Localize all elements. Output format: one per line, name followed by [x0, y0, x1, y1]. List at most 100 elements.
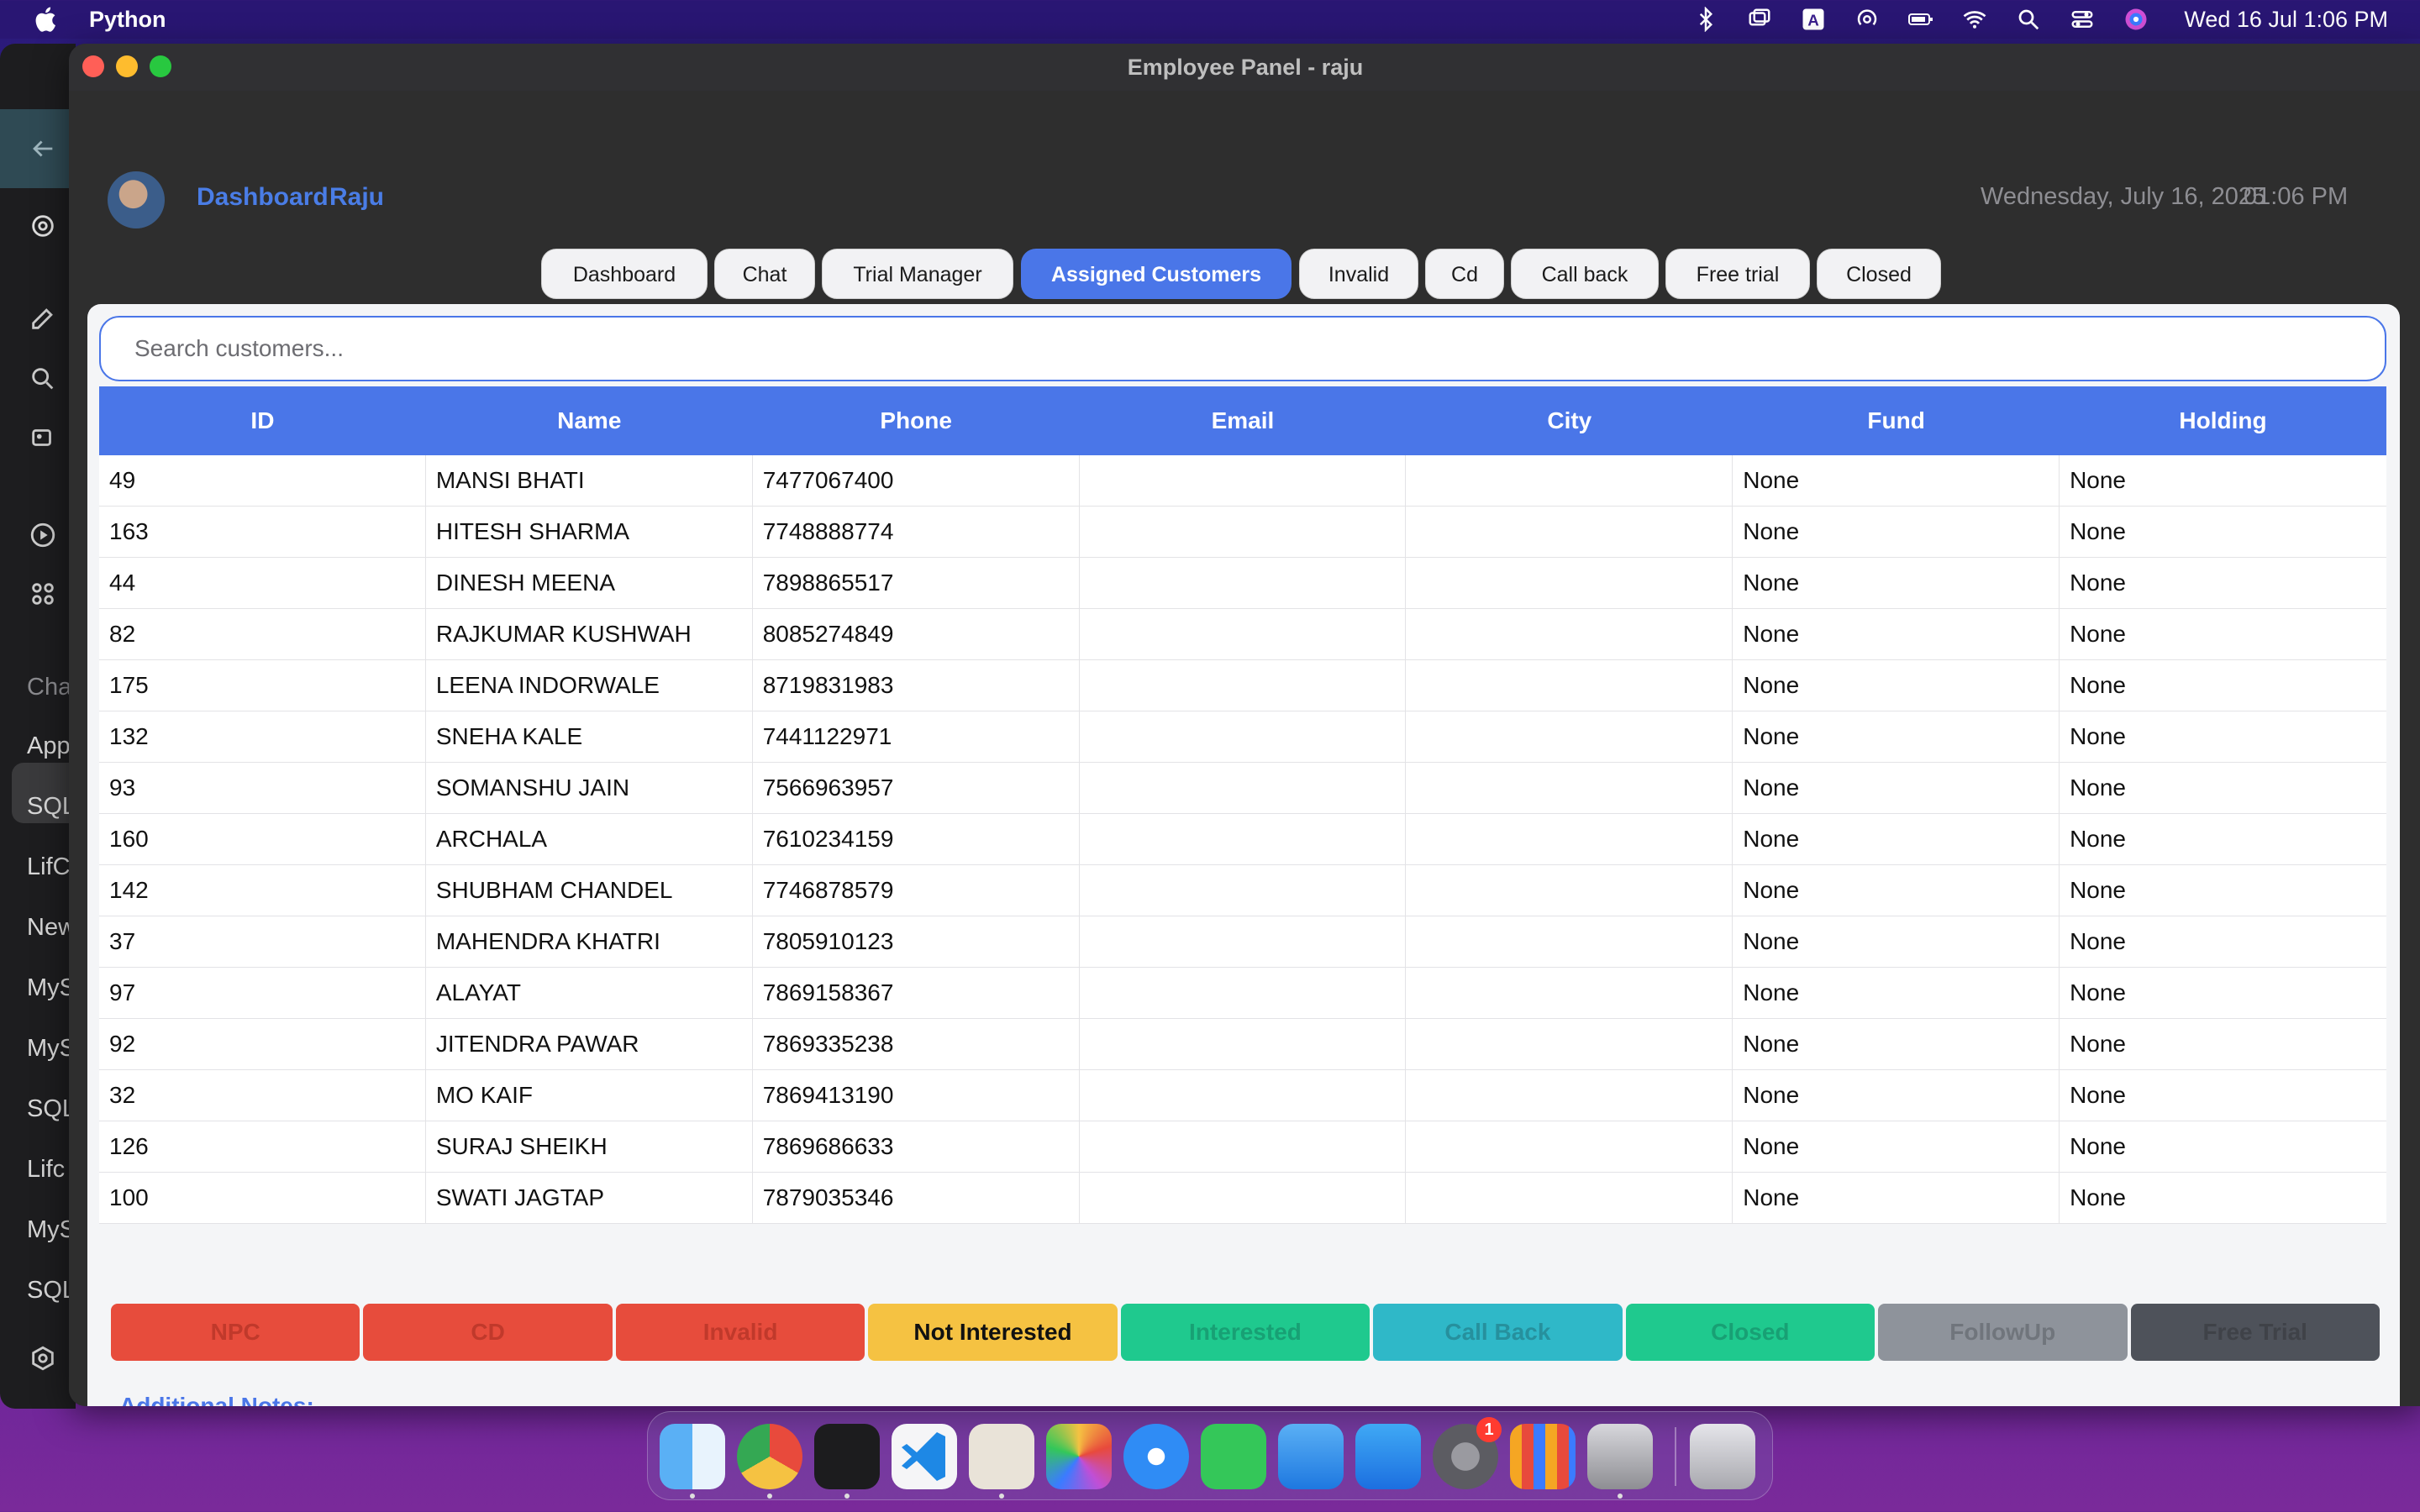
- cell-email: [1080, 1019, 1407, 1069]
- rocket-icon[interactable]: [1587, 1424, 1653, 1489]
- cell-fund: None: [1733, 865, 2060, 916]
- photos-icon[interactable]: [1046, 1424, 1112, 1489]
- input-source-icon[interactable]: A: [1801, 7, 1826, 32]
- cell-city: [1406, 507, 1733, 557]
- not-interested-button[interactable]: Not Interested: [868, 1304, 1118, 1361]
- control-center-icon[interactable]: [2070, 7, 2095, 32]
- table-row[interactable]: 175 LEENA INDORWALE 8719831983 None None: [99, 660, 2386, 711]
- tab-trial-manager[interactable]: Trial Manager: [822, 249, 1013, 299]
- search-input[interactable]: [99, 316, 2386, 381]
- play-icon[interactable]: [29, 521, 57, 549]
- cell-phone: 7748888774: [753, 507, 1080, 557]
- free-trial-button[interactable]: Free Trial: [2130, 1304, 2380, 1361]
- cell-name: DINESH MEENA: [426, 558, 753, 608]
- openai-icon[interactable]: [29, 212, 57, 240]
- mail-icon[interactable]: [1278, 1424, 1344, 1489]
- tab-closed[interactable]: Closed: [1817, 249, 1941, 299]
- spotlight-search-icon[interactable]: [2016, 7, 2041, 32]
- battery-icon[interactable]: [1908, 7, 1933, 32]
- call-back-button[interactable]: Call Back: [1373, 1304, 1623, 1361]
- table-row[interactable]: 163 HITESH SHARMA 7748888774 None None: [99, 507, 2386, 558]
- bg-item[interactable]: Lifc: [27, 1156, 65, 1184]
- cell-id: 97: [99, 968, 426, 1018]
- cell-id: 49: [99, 455, 426, 506]
- cell-id: 163: [99, 507, 426, 557]
- column-header-email[interactable]: Email: [1080, 386, 1407, 455]
- tab-dashboard[interactable]: Dashboard: [541, 249, 708, 299]
- images-icon[interactable]: [29, 423, 57, 452]
- running-indicator: [844, 1494, 850, 1499]
- apps-grid-icon[interactable]: [29, 580, 57, 608]
- app-name[interactable]: Python: [89, 7, 166, 33]
- cell-id: 142: [99, 865, 426, 916]
- table-row[interactable]: 126 SURAJ SHEIKH 7869686633 None None: [99, 1121, 2386, 1173]
- bg-item[interactable]: App: [27, 732, 71, 760]
- table-row[interactable]: 93 SOMANSHU JAIN 7566963957 None None: [99, 763, 2386, 814]
- cd-button[interactable]: CD: [363, 1304, 613, 1361]
- table-row[interactable]: 100 SWATI JAGTAP 7879035346 None None: [99, 1173, 2386, 1224]
- menu-clock[interactable]: Wed 16 Jul 1:06 PM: [2184, 7, 2388, 33]
- apple-icon[interactable]: [32, 5, 57, 34]
- table-row[interactable]: 142 SHUBHAM CHANDEL 7746878579 None None: [99, 865, 2386, 916]
- tab-call-back[interactable]: Call back: [1511, 249, 1659, 299]
- launchpad-icon[interactable]: [1510, 1424, 1576, 1489]
- cell-fund: None: [1733, 1019, 2060, 1069]
- table-row[interactable]: 37 MAHENDRA KHATRI 7805910123 None None: [99, 916, 2386, 968]
- column-header-name[interactable]: Name: [426, 386, 753, 455]
- table-row[interactable]: 49 MANSI BHATI 7477067400 None None: [99, 455, 2386, 507]
- tab-cd[interactable]: Cd: [1425, 249, 1504, 299]
- cube-app-icon[interactable]: [814, 1424, 880, 1489]
- cell-name: JITENDRA PAWAR: [426, 1019, 753, 1069]
- finder-icon[interactable]: [660, 1424, 725, 1489]
- table-row[interactable]: 92 JITENDRA PAWAR 7869335238 None None: [99, 1019, 2386, 1070]
- screen-mirroring-icon[interactable]: [1747, 7, 1772, 32]
- safari-icon[interactable]: [1123, 1424, 1189, 1489]
- column-header-id[interactable]: ID: [99, 386, 426, 455]
- mail-stamp-icon[interactable]: [969, 1424, 1034, 1489]
- interested-button[interactable]: Interested: [1120, 1304, 1370, 1361]
- trash-icon[interactable]: [1690, 1424, 1755, 1489]
- npc-button[interactable]: NPC: [111, 1304, 360, 1361]
- followup-button[interactable]: FollowUp: [1878, 1304, 2128, 1361]
- siri-icon[interactable]: [2123, 7, 2149, 32]
- settings-hex-icon[interactable]: [29, 1344, 57, 1373]
- table-row[interactable]: 82 RAJKUMAR KUSHWAH 8085274849 None None: [99, 609, 2386, 660]
- bg-item[interactable]: LifC: [27, 853, 71, 881]
- bg-item[interactable]: Cha: [27, 674, 71, 701]
- search-icon[interactable]: [29, 365, 57, 393]
- airdrop-icon[interactable]: [1854, 7, 1880, 32]
- messages-icon[interactable]: [1201, 1424, 1266, 1489]
- cell-fund: None: [1733, 455, 2060, 506]
- tab-invalid[interactable]: Invalid: [1299, 249, 1418, 299]
- column-header-holding[interactable]: Holding: [2060, 386, 2386, 455]
- table-row[interactable]: 44 DINESH MEENA 7898865517 None None: [99, 558, 2386, 609]
- app-content: Dashboard Raju Wednesday, July 16, 2025 …: [69, 91, 2420, 1406]
- chrome-icon[interactable]: [737, 1424, 802, 1489]
- invalid-button[interactable]: Invalid: [615, 1304, 865, 1361]
- column-header-fund[interactable]: Fund: [1733, 386, 2060, 455]
- bluetooth-icon[interactable]: [1693, 7, 1718, 32]
- tab-free-trial[interactable]: Free trial: [1665, 249, 1810, 299]
- table-header: ID Name Phone Email City Fund Holding: [99, 386, 2386, 455]
- table-body: 49 MANSI BHATI 7477067400 None None 163 HITESH…: [99, 455, 2386, 1224]
- tab-assigned-customers[interactable]: Assigned Customers: [1021, 249, 1292, 299]
- tab-chat[interactable]: Chat: [714, 249, 815, 299]
- closed-button[interactable]: Closed: [1625, 1304, 1876, 1361]
- column-header-city[interactable]: City: [1406, 386, 1733, 455]
- back-arrow-icon[interactable]: [29, 134, 57, 163]
- new-chat-icon[interactable]: [29, 304, 57, 333]
- table-row[interactable]: 97 ALAYAT 7869158367 None None: [99, 968, 2386, 1019]
- app-store-icon[interactable]: [1355, 1424, 1421, 1489]
- vscode-icon[interactable]: [892, 1424, 957, 1489]
- table-row[interactable]: 160 ARCHALA 7610234159 None None: [99, 814, 2386, 865]
- cell-phone: 7869413190: [753, 1070, 1080, 1121]
- cell-city: [1406, 1173, 1733, 1223]
- cell-phone: 7869158367: [753, 968, 1080, 1018]
- wifi-icon[interactable]: [1962, 7, 1987, 32]
- table-row[interactable]: 132 SNEHA KALE 7441122971 None None: [99, 711, 2386, 763]
- title-bar[interactable]: Employee Panel - raju: [69, 44, 2420, 92]
- cell-name: ALAYAT: [426, 968, 753, 1018]
- table-row[interactable]: 32 MO KAIF 7869413190 None None: [99, 1070, 2386, 1121]
- column-header-phone[interactable]: Phone: [753, 386, 1080, 455]
- cell-id: 32: [99, 1070, 426, 1121]
